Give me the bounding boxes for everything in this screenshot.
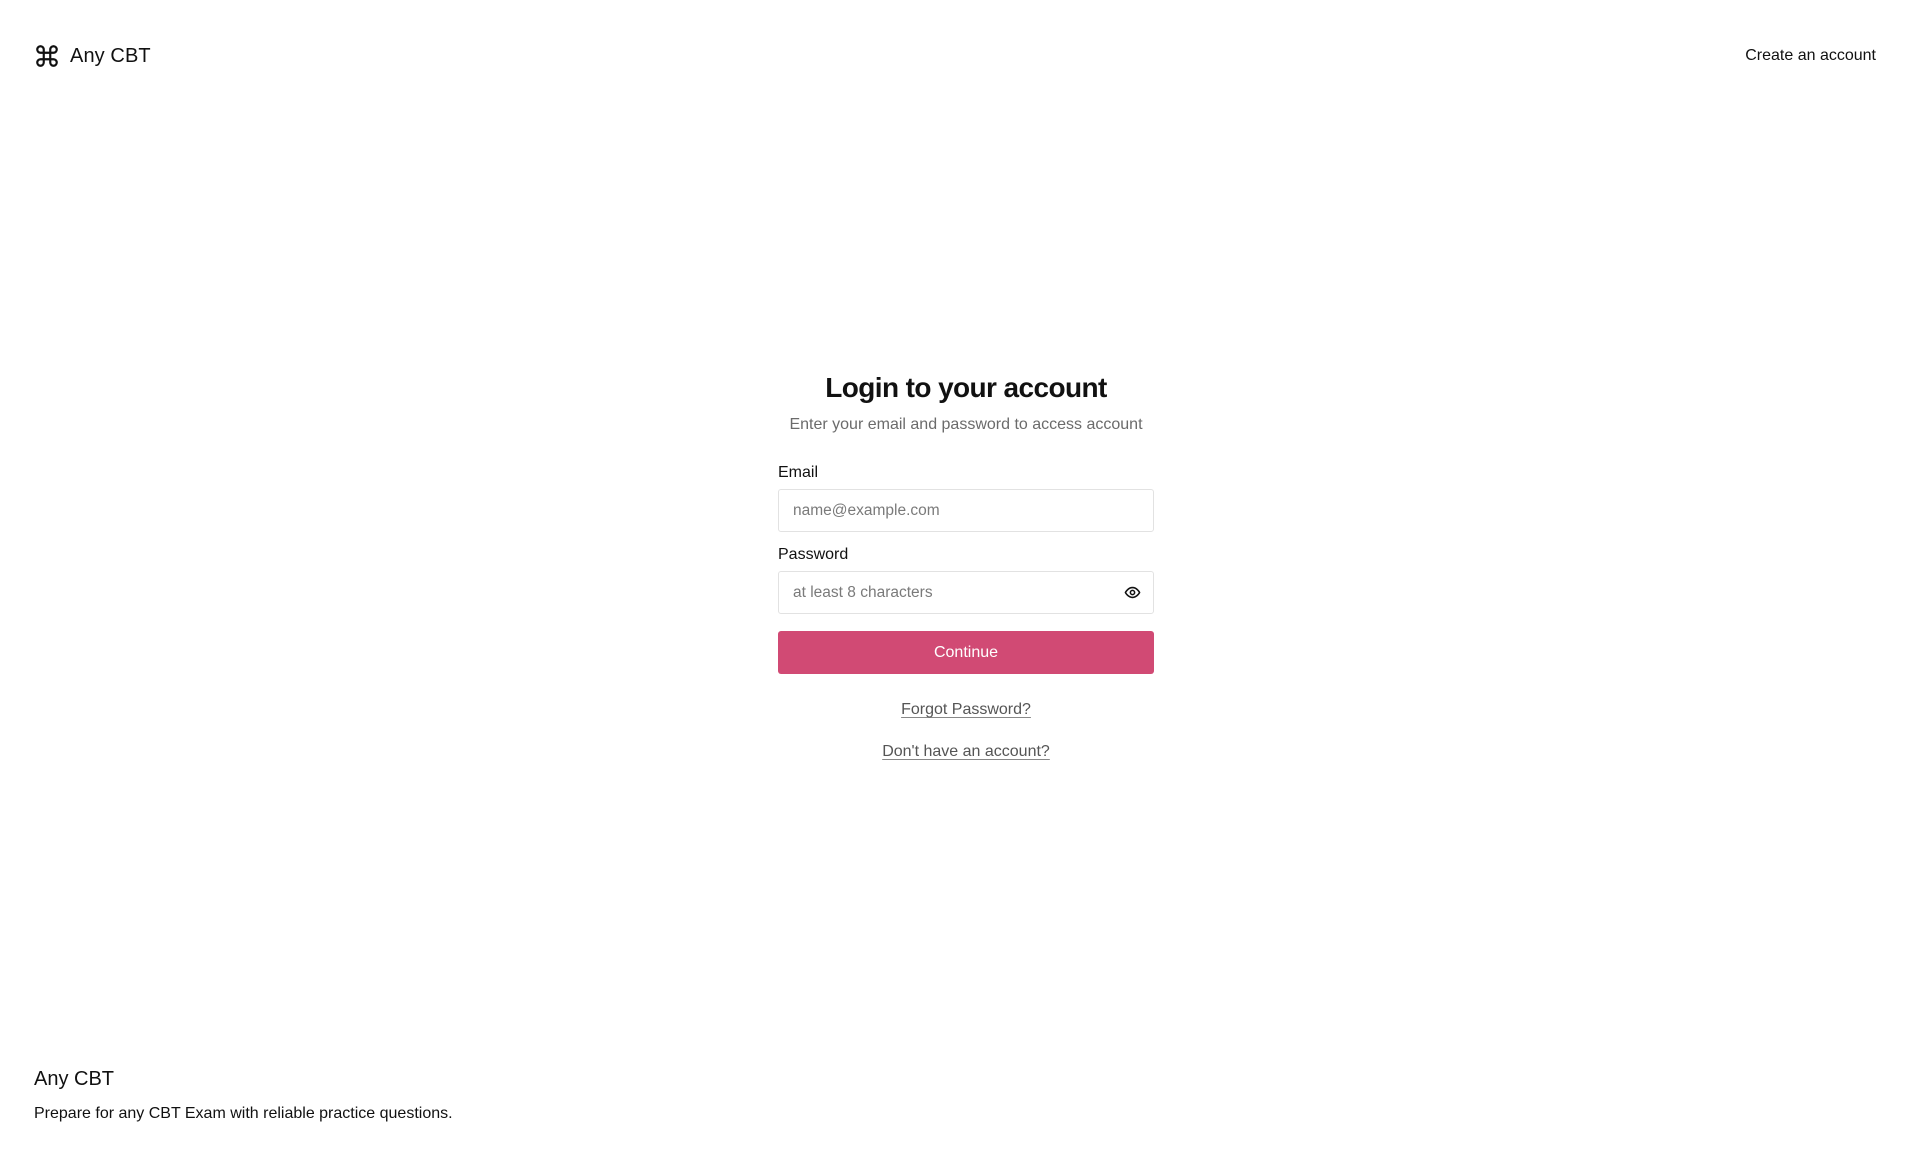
email-field[interactable]: [779, 490, 1153, 531]
no-account-link[interactable]: Don't have an account?: [882, 743, 1050, 760]
footer-tagline: Prepare for any CBT Exam with reliable p…: [34, 1105, 453, 1122]
email-field-wrapper: [778, 489, 1154, 532]
login-page: Any CBT Create an account Login to your …: [0, 0, 1920, 1155]
footer-title: Any CBT: [34, 1068, 115, 1090]
eye-icon[interactable]: [1121, 582, 1143, 604]
login-form: Login to your account Enter your email a…: [778, 372, 1154, 761]
forgot-password-link[interactable]: Forgot Password?: [901, 701, 1031, 718]
signup-row: Don't have an account?: [778, 743, 1154, 761]
create-account-link[interactable]: Create an account: [1745, 47, 1876, 65]
password-field[interactable]: [779, 572, 1153, 613]
email-label: Email: [778, 464, 819, 481]
command-icon: [34, 43, 60, 69]
brand-link[interactable]: Any CBT: [34, 43, 151, 69]
page-title: Login to your account: [825, 372, 1107, 403]
brand-name: Any CBT: [70, 44, 151, 67]
top-header: Any CBT Create an account: [0, 0, 1920, 112]
forgot-password-row: Forgot Password?: [778, 701, 1154, 719]
password-label: Password: [778, 546, 849, 563]
password-field-wrapper: [778, 571, 1154, 614]
page-footer: Any CBT Prepare for any CBT Exam with re…: [34, 1068, 453, 1123]
page-subtitle: Enter your email and password to access …: [789, 416, 1143, 433]
continue-button[interactable]: Continue: [778, 631, 1154, 674]
